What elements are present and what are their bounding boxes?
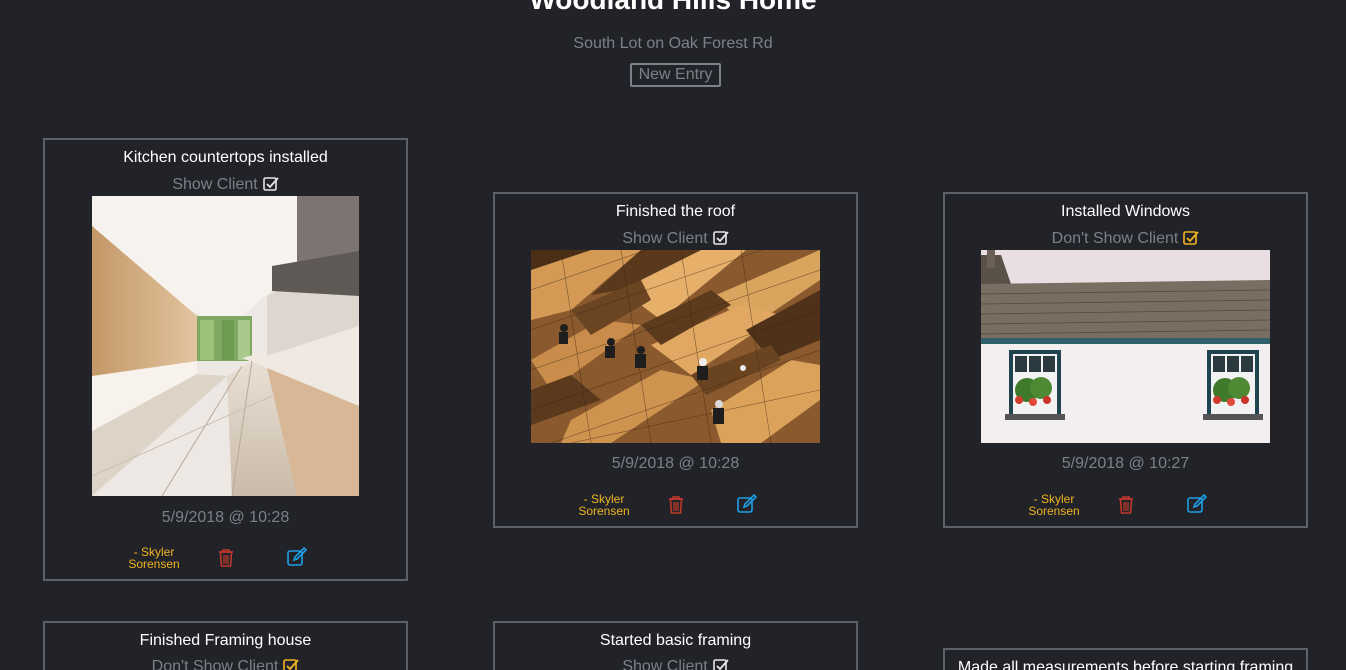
author-line: Sorensen <box>578 504 630 518</box>
entry-author: - Skyler Sorensen <box>119 546 189 570</box>
journal-entry-card: Kitchen countertops installed Show Clien… <box>43 138 408 581</box>
edit-icon[interactable] <box>286 546 308 568</box>
journal-page: Woodland Hills Home South Lot on Oak For… <box>0 0 1346 670</box>
entry-title: Installed Windows <box>1061 203 1190 220</box>
project-subtitle: South Lot on Oak Forest Rd <box>573 35 773 52</box>
project-title: Woodland Hills Home <box>0 0 1346 16</box>
trash-icon[interactable] <box>215 547 237 569</box>
entry-title: Finished Framing house <box>139 632 312 649</box>
entry-author: - Skyler Sorensen <box>1019 493 1089 517</box>
author-line: Sorensen <box>1028 504 1080 518</box>
visibility-label: Show Client <box>622 658 708 670</box>
visibility-label: Don't Show Client <box>151 658 279 670</box>
entry-timestamp: 5/9/2018 @ 10:28 <box>611 455 740 472</box>
windows-photo[interactable] <box>981 250 1270 443</box>
edit-icon[interactable] <box>736 493 758 515</box>
visibility-toggle[interactable]: Don't Show Client <box>945 230 1306 251</box>
entry-title: Made all measurements before starting fr… <box>957 659 1294 670</box>
journal-entry-card: Made all measurements before starting fr… <box>943 648 1308 670</box>
trash-icon[interactable] <box>1115 494 1137 516</box>
checkbox-checked-icon[interactable] <box>712 658 729 670</box>
visibility-label: Don't Show Client <box>1051 230 1179 247</box>
checkbox-checked-icon[interactable] <box>283 658 300 670</box>
visibility-label: Show Client <box>172 176 258 193</box>
journal-entry-card: Finished Framing house Don't Show Client <box>43 621 408 670</box>
visibility-toggle[interactable]: Show Client <box>495 658 856 670</box>
visibility-toggle[interactable]: Don't Show Client <box>45 658 406 670</box>
checkbox-checked-icon[interactable] <box>712 230 729 251</box>
entry-author: - Skyler Sorensen <box>569 493 639 517</box>
entry-title: Finished the roof <box>615 203 736 220</box>
author-line: Sorensen <box>128 557 180 571</box>
entry-title: Started basic framing <box>599 632 752 649</box>
visibility-toggle[interactable]: Show Client <box>495 230 856 251</box>
entry-timestamp: 5/9/2018 @ 10:27 <box>1061 455 1190 472</box>
checkbox-checked-icon[interactable] <box>262 176 279 197</box>
entry-title: Kitchen countertops installed <box>123 149 328 166</box>
edit-icon[interactable] <box>1186 493 1208 515</box>
visibility-toggle[interactable]: Show Client <box>45 176 406 197</box>
journal-entry-card: Installed Windows Don't Show Client 5/9/… <box>943 192 1308 528</box>
journal-entry-card: Started basic framing Show Client <box>493 621 858 670</box>
trash-icon[interactable] <box>665 494 687 516</box>
entry-timestamp: 5/9/2018 @ 10:28 <box>161 509 290 526</box>
roof-photo[interactable] <box>531 250 820 443</box>
visibility-label: Show Client <box>622 230 708 247</box>
journal-entry-card: Finished the roof Show Client 5/9/2018 @… <box>493 192 858 528</box>
new-entry-button[interactable]: New Entry <box>630 63 721 87</box>
kitchen-photo[interactable] <box>92 196 359 496</box>
checkbox-checked-icon[interactable] <box>1183 230 1200 251</box>
